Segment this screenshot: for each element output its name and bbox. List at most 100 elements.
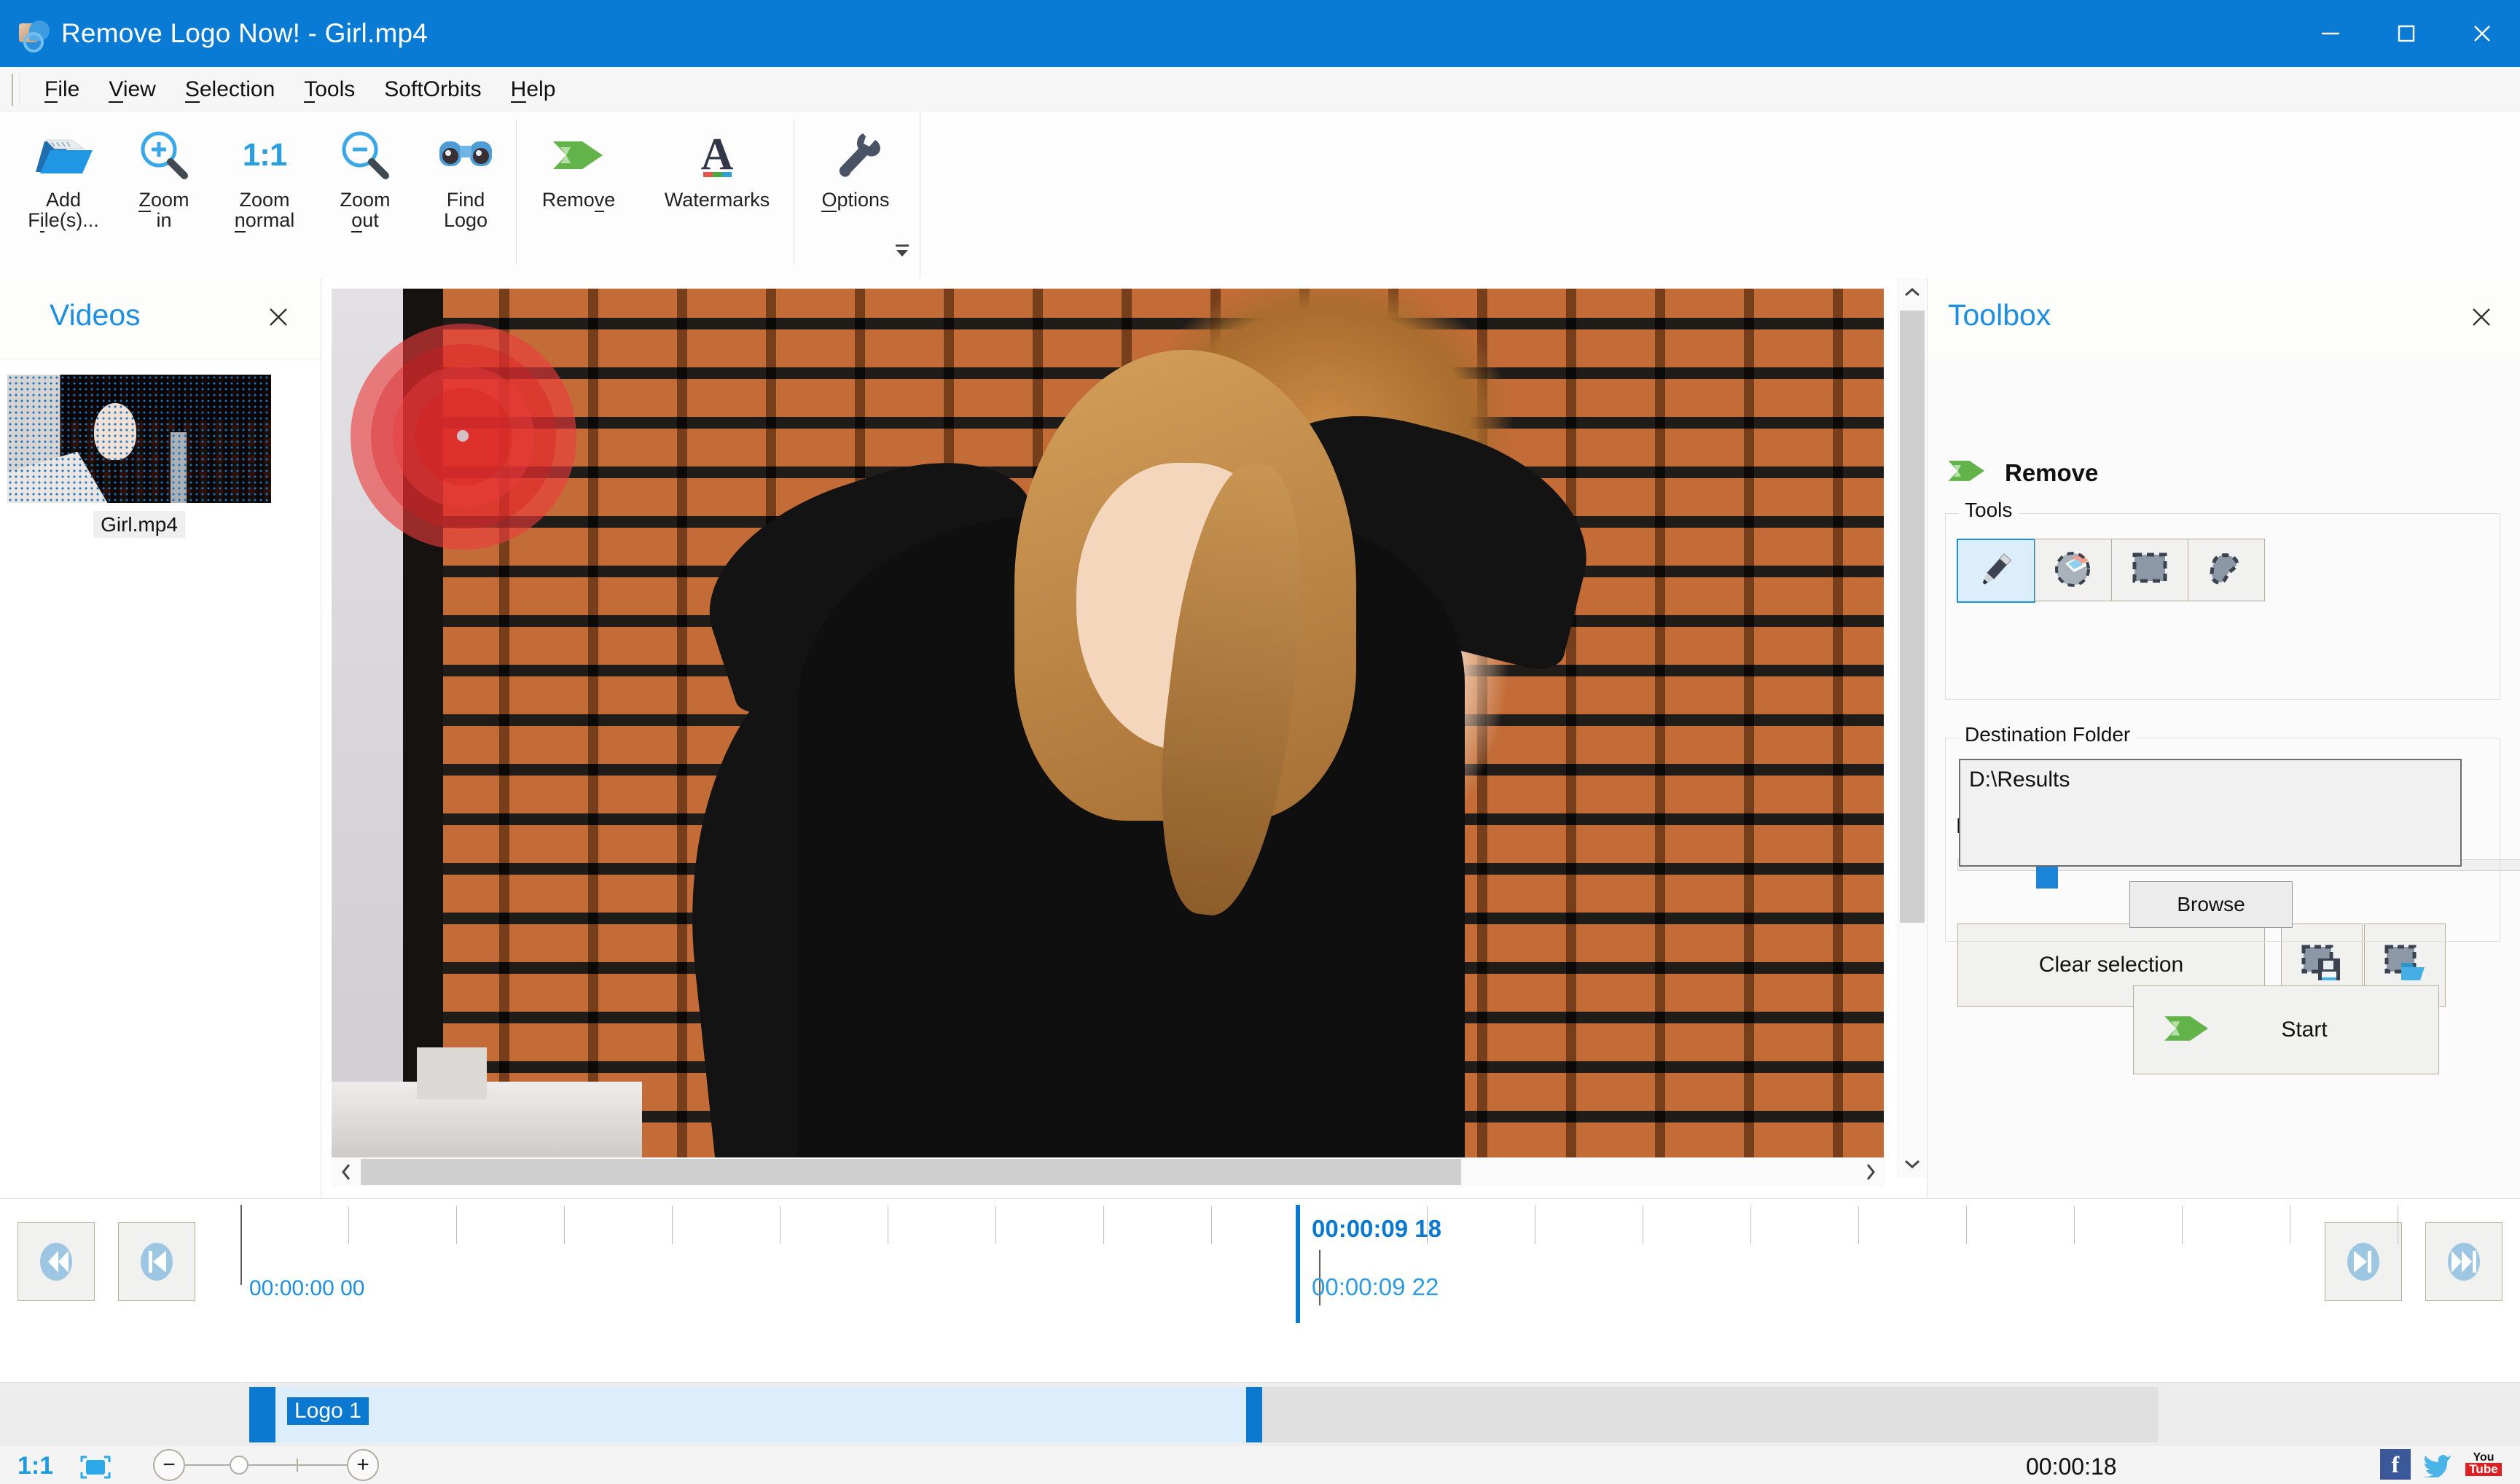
zoom-normal-button[interactable]: 1:1 Zoom normal: [214, 115, 315, 233]
clip-label: Logo 1: [287, 1397, 369, 1425]
browse-button[interactable]: Browse: [2129, 881, 2293, 928]
list-item[interactable]: [7, 375, 271, 503]
title-bar-left: Remove Logo Now! - Girl.mp4: [19, 0, 428, 67]
timeline-playhead[interactable]: [1296, 1205, 1300, 1323]
horizontal-scrollbar-thumb[interactable]: [361, 1159, 1461, 1185]
start-button[interactable]: Start: [2133, 985, 2439, 1074]
tool-buttons-row: [1957, 539, 2265, 603]
lasso-select-tool-button[interactable]: [2188, 539, 2265, 601]
previous-frame-button[interactable]: [118, 1222, 195, 1301]
vertical-scrollbar-thumb[interactable]: [1900, 311, 1925, 923]
ribbon-toolbar: Add File(s)... Zoom in 1:1 Zoom normal Z…: [0, 112, 2520, 279]
maximize-button[interactable]: [2368, 0, 2444, 67]
title-bar: Remove Logo Now! - Girl.mp4: [0, 0, 2520, 67]
destination-folder-label: Destination Folder: [1959, 723, 2137, 746]
zoom-in-icon: [136, 125, 192, 185]
twitter-icon[interactable]: [2422, 1449, 2453, 1480]
menu-item-view[interactable]: View: [94, 67, 170, 112]
chevron-right-icon[interactable]: [1856, 1157, 1885, 1187]
ribbon-group-file-zoom: Add File(s)... Zoom in 1:1 Zoom normal Z…: [13, 115, 917, 274]
menu-item-file-rest: ile: [58, 77, 80, 101]
toolbox-mode-label: Remove: [2005, 458, 2099, 486]
menu-item-file[interactable]: File: [30, 67, 94, 112]
tools-group-label: Tools: [1959, 499, 2019, 522]
save-selection-icon: [2299, 942, 2344, 988]
minimize-button[interactable]: [2293, 0, 2368, 67]
fit-to-screen-icon[interactable]: [76, 1455, 115, 1480]
video-preview-area: [321, 278, 1926, 1198]
menu-item-tools-rest: ools: [315, 77, 356, 101]
youtube-icon[interactable]: You Tube: [2465, 1449, 2503, 1480]
close-button[interactable]: [2444, 0, 2520, 67]
chevron-down-icon[interactable]: [1898, 1150, 1926, 1178]
zoom-out-label: Zoom out: [340, 189, 391, 233]
rectangle-select-tool-button[interactable]: [2111, 539, 2188, 601]
preview-horizontal-scrollbar[interactable]: [332, 1157, 1885, 1187]
go-to-start-button[interactable]: [17, 1222, 95, 1301]
green-arrow-icon: [2160, 1007, 2214, 1053]
video-canvas[interactable]: [332, 289, 1884, 1160]
window-controls: [2293, 0, 2520, 67]
preview-vertical-scrollbar[interactable]: [1898, 278, 1926, 1178]
youtube-icon-top: You: [2473, 1451, 2494, 1464]
logo-clip[interactable]: Logo 1: [249, 1387, 1255, 1442]
destination-path-field[interactable]: D:\Results: [1959, 759, 2462, 867]
timeline-ruler[interactable]: 00:00:00 00 00:00:09 18 00:00:09 22: [240, 1199, 2520, 1343]
clip-end-handle[interactable]: [1246, 1387, 1262, 1442]
chevron-up-icon[interactable]: [1898, 278, 1926, 306]
selection-mask-overlay: [351, 324, 576, 550]
svg-text:A: A: [701, 130, 734, 179]
menu-item-selection[interactable]: Selection: [171, 67, 289, 112]
zoom-in-label: Zoom in: [138, 189, 189, 232]
timeline-origin-marker: [240, 1205, 242, 1285]
video-file-name-text: Girl.mp4: [93, 511, 185, 538]
zoom-ratio-label[interactable]: 1:1: [17, 1452, 53, 1480]
binoculars-icon: [435, 125, 496, 185]
zoom-slider-track-right[interactable]: [298, 1464, 348, 1466]
plus-icon[interactable]: +: [347, 1449, 380, 1481]
track-empty-region: [1262, 1387, 2159, 1442]
close-icon[interactable]: [2467, 302, 2496, 332]
ribbon-expand-icon[interactable]: [893, 241, 912, 265]
menu-grip-handle[interactable]: [12, 74, 20, 106]
video-file-name: Girl.mp4: [7, 511, 271, 538]
zoom-slider-track-mid[interactable]: [248, 1464, 297, 1466]
remove-button[interactable]: Remove: [517, 115, 641, 212]
zoom-slider-knob[interactable]: [229, 1456, 249, 1475]
timeline-playhead-time: 00:00:09 18: [1312, 1215, 1441, 1242]
add-files-label: Add File(s)...: [28, 189, 99, 233]
eraser-tool-button[interactable]: [2035, 539, 2112, 601]
marker-tool-button[interactable]: [1957, 539, 2035, 603]
total-duration-label: 00:00:18: [2026, 1453, 2117, 1480]
toolbox-panel: Toolbox Remove Tools Clear selection Des…: [1927, 278, 2520, 1198]
social-links: f You Tube: [2380, 1449, 2503, 1480]
close-icon[interactable]: [264, 302, 293, 332]
menu-item-tools[interactable]: Tools: [289, 67, 369, 112]
track-row[interactable]: Logo 1: [240, 1387, 2520, 1442]
clip-start-handle[interactable]: [249, 1387, 275, 1442]
application-window: Remove Logo Now! - Girl.mp4 File View Se…: [0, 0, 2520, 1484]
options-label: Options: [821, 189, 890, 212]
zoom-in-button[interactable]: Zoom in: [114, 115, 214, 231]
timeline-panel: 00:00:00 00 00:00:09 18 00:00:09 22: [0, 1198, 2520, 1383]
zoom-slider-track-left[interactable]: [185, 1464, 234, 1466]
watermarks-button[interactable]: A Watermarks: [641, 115, 794, 210]
eraser-icon: [2051, 547, 2096, 593]
toolbox-mode-header: Remove: [1945, 453, 2098, 492]
menu-item-softorbits[interactable]: SoftOrbits: [369, 67, 496, 112]
youtube-icon-bottom: Tube: [2465, 1463, 2502, 1476]
minus-icon[interactable]: −: [153, 1449, 185, 1481]
horizontal-scrollbar-track[interactable]: [361, 1157, 1856, 1187]
open-folder-icon: [33, 125, 94, 185]
timeline-tracks: Logo 1: [0, 1382, 2520, 1447]
zoom-out-button[interactable]: Zoom out: [315, 115, 415, 233]
lasso-selection-icon: [2205, 550, 2247, 591]
chevron-left-icon[interactable]: [332, 1157, 361, 1187]
add-files-button[interactable]: Add File(s)...: [13, 115, 114, 233]
find-logo-button[interactable]: Find Logo: [415, 115, 516, 231]
options-button[interactable]: Options: [794, 115, 917, 212]
videos-panel: Videos Girl.mp4: [0, 278, 321, 1198]
zoom-slider[interactable]: − +: [153, 1449, 380, 1481]
facebook-icon[interactable]: f: [2380, 1449, 2411, 1480]
menu-item-help[interactable]: Help: [496, 67, 571, 112]
